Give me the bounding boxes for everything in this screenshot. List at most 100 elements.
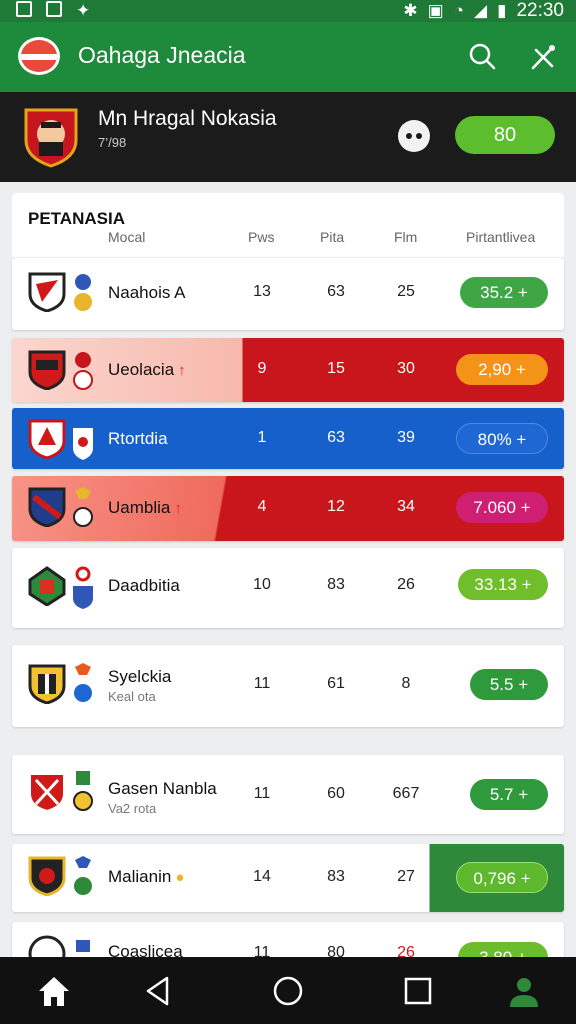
stat-3: 26: [397, 576, 415, 593]
battery-icon: ▮: [497, 1, 507, 20]
rating-button[interactable]: 5.5 +: [470, 669, 548, 700]
home-icon[interactable]: [36, 973, 72, 1009]
arrow-up-icon: ↑: [178, 362, 186, 379]
table-row[interactable]: Syelckia Keal ota 11 61 8 5.5 +: [12, 645, 564, 727]
rating-button[interactable]: 2,90 +: [456, 354, 548, 385]
stat-3: 25: [397, 283, 415, 300]
table-row[interactable]: Ueolacia ↑ 9 15 30 2,90 +: [12, 338, 564, 402]
stat-1: 4: [257, 498, 267, 515]
club-badge-icon: [73, 487, 93, 527]
team-name: Gasen Nanbla: [108, 779, 217, 798]
team-name: Syelckia: [108, 667, 172, 686]
tools-icon[interactable]: [528, 42, 558, 72]
club-badge-icon: [74, 663, 92, 702]
club-badge-icon: [74, 856, 92, 895]
stat-1: 13: [253, 283, 271, 300]
table-row[interactable]: Daadbitia 10 83 26 33.13 +: [12, 548, 564, 628]
rating-button[interactable]: 80% +: [456, 423, 548, 454]
status-time: 22:30: [516, 0, 564, 21]
bluetooth-icon: ✱: [403, 1, 418, 20]
team-subtitle: Va2 rota: [108, 801, 157, 816]
arrow-up-icon: ↑: [174, 500, 182, 517]
wifi-icon: ◔: [453, 1, 465, 20]
table-row[interactable]: Gasen Nanbla Va2 rota 11 60 667 5.7 +: [12, 755, 564, 834]
column-header-team: Mocal: [108, 229, 146, 245]
stat-1: 10: [253, 576, 271, 593]
club-crest-icon: [28, 419, 66, 459]
chat-icon[interactable]: [398, 120, 430, 152]
stat-2: 63: [327, 283, 345, 300]
club-crest-icon: [28, 566, 66, 606]
stat-3: 667: [392, 785, 420, 802]
club-crest-icon: [28, 487, 66, 527]
search-icon[interactable]: [468, 42, 496, 70]
stat-2: 63: [327, 429, 345, 446]
image-icon: [16, 1, 32, 17]
leaf-icon: ✦: [76, 1, 91, 20]
club-badge-icon: [73, 352, 93, 390]
stat-2: 61: [327, 675, 345, 692]
match-name: Mn Hragal Nokasia: [98, 107, 277, 130]
status-left-icons: ✦: [16, 1, 90, 21]
club-crest-icon: [29, 773, 65, 812]
stat-2: 12: [327, 498, 345, 515]
circle-home-icon[interactable]: [270, 973, 306, 1009]
status-bar: ✦ ✱ ▣ ◔ ◢ ▮ 22:30: [0, 0, 576, 22]
recents-icon[interactable]: [400, 973, 436, 1009]
club-badge-icon: [73, 428, 93, 460]
standings-header: PETANASIA Mocal Pws Pita Flm Pirtantlive…: [12, 193, 564, 257]
table-row[interactable]: Uamblia ↑ 4 12 34 7.060 +: [12, 476, 564, 541]
stat-1: 9: [257, 360, 267, 377]
rating-button[interactable]: 35.2 +: [460, 277, 548, 308]
column-header-rating: Pirtantlivea: [466, 229, 536, 245]
table-row[interactable]: Naahois A 13 63 25 35.2 +: [12, 258, 564, 330]
stat-1: 14: [253, 868, 271, 885]
match-subtitle: 7’/98: [98, 135, 127, 150]
team-name: Rtortdia: [108, 429, 168, 448]
team-name: Ueolacia ↑: [108, 360, 186, 379]
club-crest-icon: [28, 856, 66, 896]
stat-1: 1: [257, 429, 267, 446]
column-header-2: Pita: [320, 229, 345, 245]
flag-icon[interactable]: [18, 37, 60, 75]
rating-button[interactable]: 0,796 +: [456, 862, 548, 893]
team-crest-icon: [24, 108, 78, 168]
profile-icon[interactable]: [506, 973, 542, 1009]
stat-3: 39: [397, 429, 415, 446]
stat-1: 11: [253, 675, 271, 692]
stat-2: 60: [327, 785, 345, 802]
stat-2: 15: [327, 360, 345, 377]
club-badge-icon: [73, 771, 93, 811]
column-header-3: Flm: [394, 229, 418, 245]
team-name: Uamblia ↑: [108, 498, 182, 517]
stat-1: 11: [253, 785, 271, 802]
club-badge-icon: [73, 566, 93, 609]
signal-icon: ◢: [474, 1, 488, 20]
stat-3: 8: [401, 675, 411, 692]
app-bar: Oahaga Jneacia: [0, 22, 576, 92]
back-icon[interactable]: [140, 973, 176, 1009]
rating-button[interactable]: 5.7 +: [470, 779, 548, 810]
status-right-icons: ✱ ▣ ◔ ◢ ▮ 22:30: [403, 0, 564, 22]
vibrate-icon: ▣: [427, 1, 444, 20]
match-header: Mn Hragal Nokasia 7’/98 80: [0, 92, 576, 182]
standings-title: PETANASIA: [28, 209, 125, 228]
stat-2: 83: [327, 576, 345, 593]
table-row[interactable]: Rtortdia 1 63 39 80% +: [12, 408, 564, 469]
stat-3: 30: [397, 360, 415, 377]
stat-3: 27: [397, 868, 415, 885]
score-button[interactable]: 80: [455, 116, 555, 154]
table-row[interactable]: Malianin ● 14 83 27 0,796 +: [12, 844, 564, 912]
club-crest-icon: [28, 272, 66, 312]
stat-3: 34: [397, 498, 415, 515]
rating-button[interactable]: 7.060 +: [456, 492, 548, 523]
stat-2: 83: [327, 868, 345, 885]
save-icon: [46, 1, 62, 17]
club-crest-icon: [28, 664, 66, 704]
rating-button[interactable]: 33.13 +: [458, 569, 548, 600]
status-dot-icon: ●: [175, 869, 185, 886]
club-crest-icon: [28, 350, 66, 390]
column-header-1: Pws: [248, 229, 275, 245]
club-badge-icon: [74, 274, 92, 311]
team-name: Naahois A: [108, 283, 186, 302]
